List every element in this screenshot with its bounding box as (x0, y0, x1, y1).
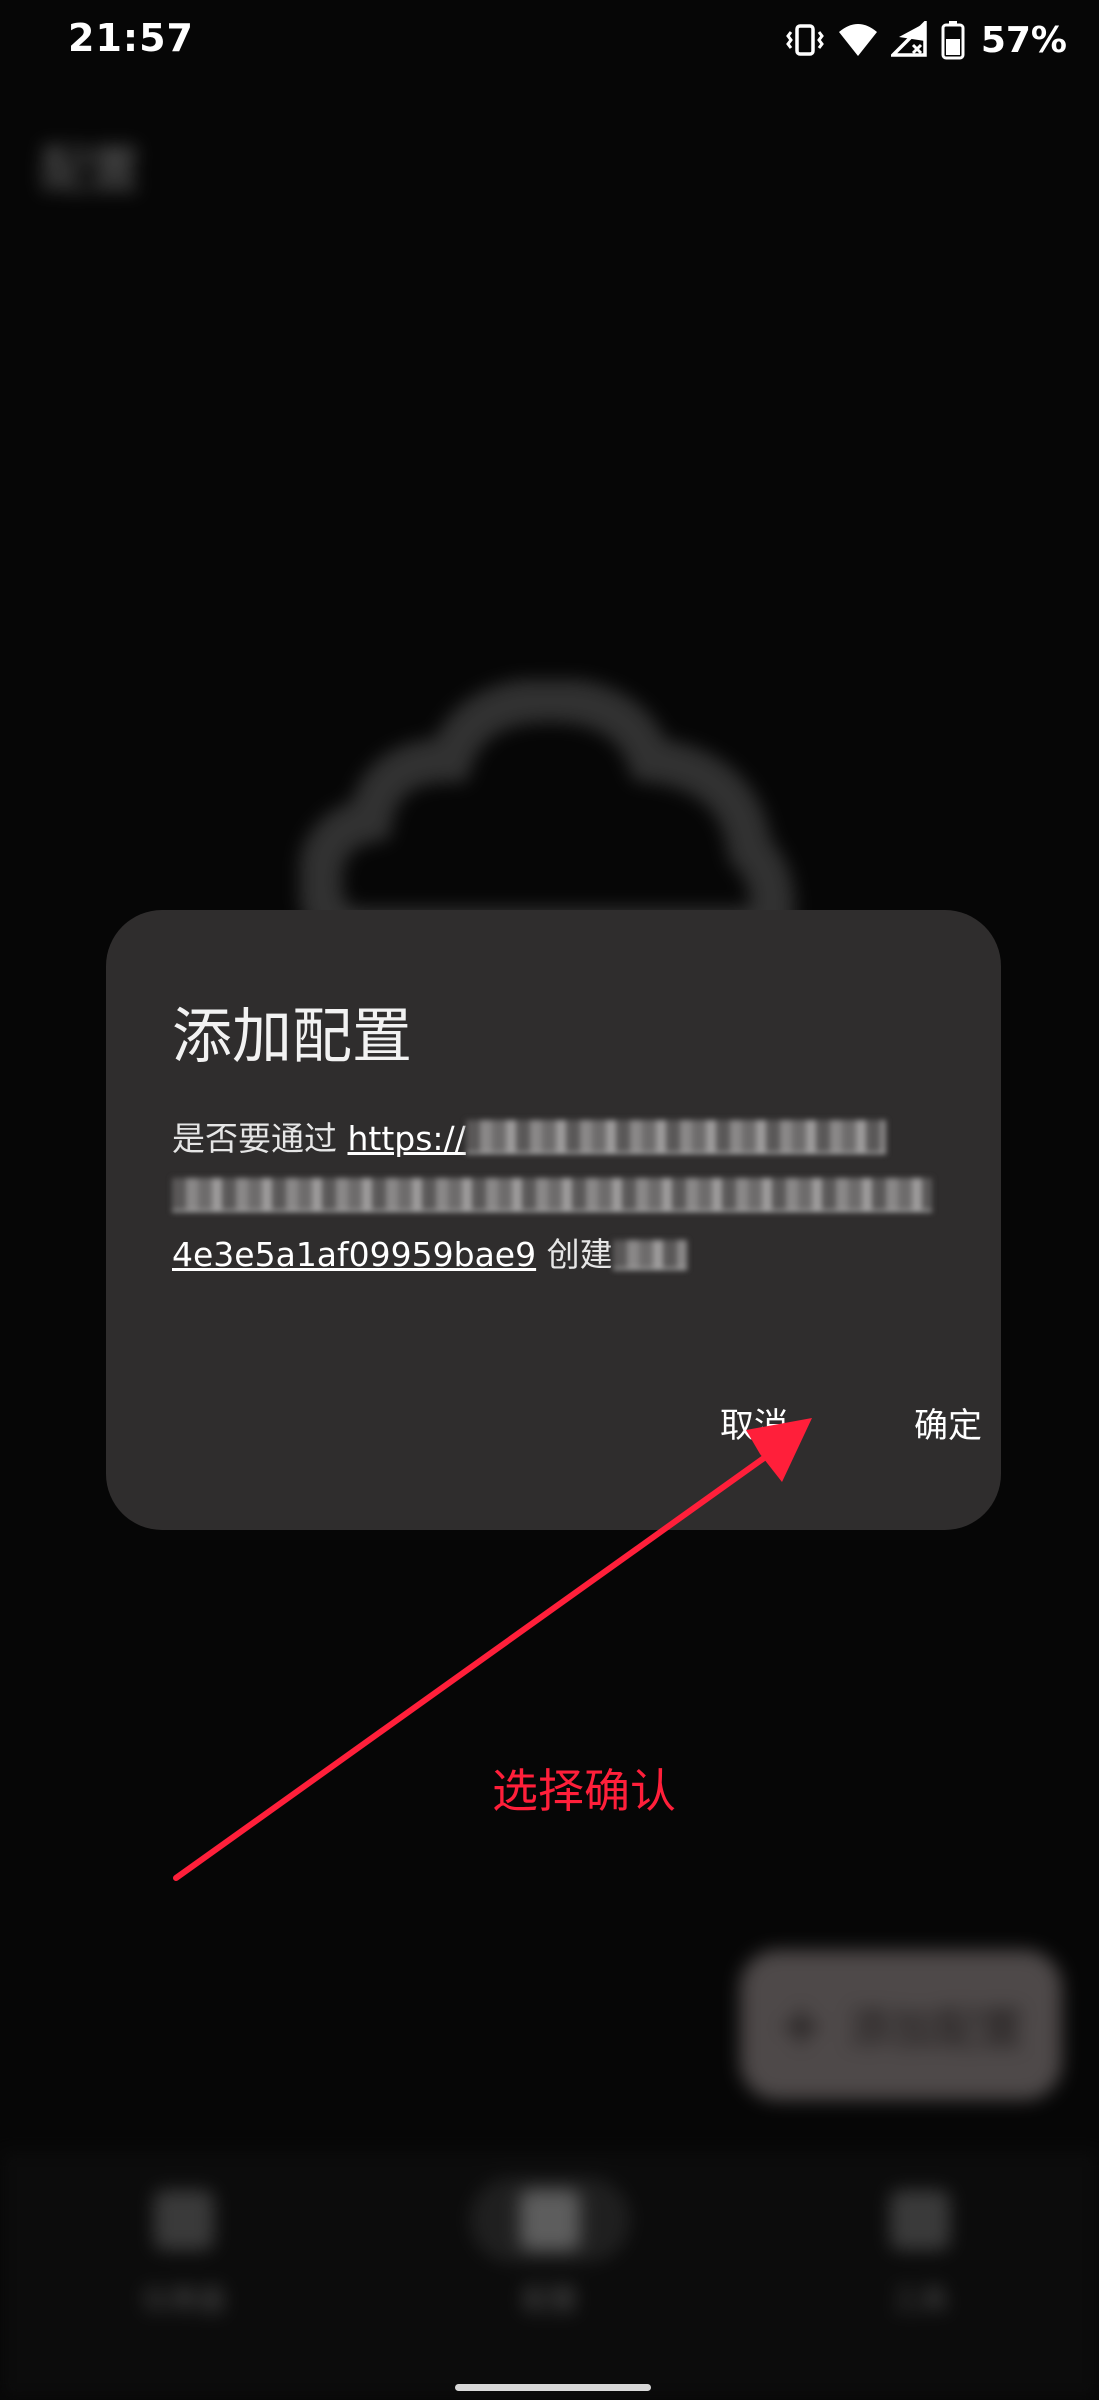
add-config-dialog: 添加配置 是否要通过 https:// 4e3e5a1af09959bae9 创建… (106, 910, 1001, 1530)
status-time: 21:57 (68, 16, 194, 60)
message-prefix: 是否要通过 (172, 1119, 337, 1158)
screen: 配置 + 添加配置 仪表盘 配置 工具 21:57 57% 添加配置 是否要通过… (0, 0, 1099, 2400)
url-start: https:// (347, 1119, 466, 1158)
home-indicator[interactable] (455, 2384, 651, 2391)
cancel-button[interactable]: 取消 (702, 1386, 806, 1459)
confirm-button[interactable]: 确定 (896, 1386, 1000, 1459)
battery-percent: 57% (980, 19, 1067, 61)
wifi-icon (838, 24, 877, 56)
battery-icon (941, 21, 965, 60)
dialog-title: 添加配置 (172, 1002, 412, 1072)
status-icons: 57% (785, 14, 1067, 66)
cellular-no-signal-icon (890, 21, 927, 57)
url-end: 4e3e5a1af09959bae9 (172, 1235, 537, 1274)
dialog-message: 是否要通过 https:// 4e3e5a1af09959bae9 创建 (172, 1110, 942, 1284)
redacted-url-segment (172, 1178, 932, 1212)
redacted-text-segment (612, 1240, 687, 1270)
dialog-actions: 取消 确定 (106, 1350, 1001, 1530)
annotation-label: 选择确认 (492, 1764, 676, 1818)
redacted-url-segment (465, 1120, 886, 1154)
status-bar: 21:57 57% (0, 0, 1099, 80)
message-suffix: 创建 (546, 1235, 613, 1274)
vibrate-icon (785, 24, 824, 56)
